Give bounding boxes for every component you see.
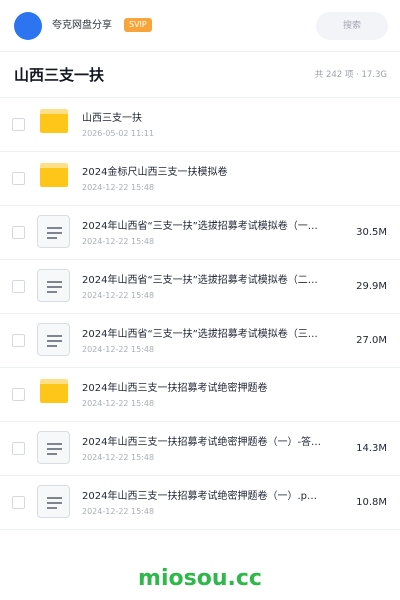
item-date: 2024-12-22 15:48: [82, 345, 155, 354]
list-item[interactable]: 2024年山西省“三支一扶”选拔招募考试模拟卷（二… 2024-12-22 15…: [0, 260, 400, 314]
folder-icon: [40, 379, 68, 403]
folder-icon: [40, 163, 68, 187]
page-title: 山西三支一扶: [14, 66, 105, 84]
select-checkbox[interactable]: [12, 118, 25, 131]
document-icon: [37, 431, 70, 464]
list-item[interactable]: 2024年山西三支一扶招募考试绝密押题卷（一）.p… 2024-12-22 15…: [0, 476, 400, 530]
item-name[interactable]: 2024年山西省“三支一扶”选拔招募考试模拟卷（三…: [82, 328, 344, 342]
item-name[interactable]: 2024年山西三支一扶招募考试绝密押题卷: [82, 382, 344, 396]
list-item[interactable]: 2024年山西三支一扶招募考试绝密押题卷（一）-答… 2024-12-22 15…: [0, 422, 400, 476]
item-size: 27.0M: [356, 335, 387, 346]
item-name[interactable]: 2024年山西三支一扶招募考试绝密押题卷（一）-答…: [82, 436, 344, 450]
item-name[interactable]: 2024年山西三支一扶招募考试绝密押题卷（一）.p…: [82, 490, 344, 504]
item-date: 2026-05-02 11:11: [82, 129, 155, 138]
item-date: 2024-12-22 15:48: [82, 507, 155, 516]
top-bar: 夸克网盘分享 SVIP 搜索: [0, 0, 400, 52]
item-date: 2024-12-22 15:48: [82, 453, 155, 462]
item-name[interactable]: 2024年山西省“三支一扶”选拔招募考试模拟卷（一…: [82, 220, 344, 234]
file-list: 山西三支一扶 2026-05-02 11:11 2024金标尺山西三支一扶模拟卷…: [0, 98, 400, 530]
list-item[interactable]: 2024年山西省“三支一扶”选拔招募考试模拟卷（一… 2024-12-22 15…: [0, 206, 400, 260]
avatar[interactable]: [14, 12, 42, 40]
list-item[interactable]: 山西三支一扶 2026-05-02 11:11: [0, 98, 400, 152]
select-checkbox[interactable]: [12, 280, 25, 293]
document-icon: [37, 215, 70, 248]
select-checkbox[interactable]: [12, 388, 25, 401]
select-checkbox[interactable]: [12, 334, 25, 347]
watermark: miosou.cc: [138, 566, 262, 591]
list-item[interactable]: 2024年山西三支一扶招募考试绝密押题卷 2024-12-22 15:48: [0, 368, 400, 422]
item-date: 2024-12-22 15:48: [82, 183, 155, 192]
item-date: 2024-12-22 15:48: [82, 291, 155, 300]
item-size: 10.8M: [356, 497, 387, 508]
select-checkbox[interactable]: [12, 442, 25, 455]
select-checkbox[interactable]: [12, 172, 25, 185]
folder-icon: [40, 109, 68, 133]
select-checkbox[interactable]: [12, 226, 25, 239]
select-checkbox[interactable]: [12, 496, 25, 509]
list-item[interactable]: 2024年山西省“三支一扶”选拔招募考试模拟卷（三… 2024-12-22 15…: [0, 314, 400, 368]
document-icon: [37, 323, 70, 356]
sharer-name: 夸克网盘分享: [52, 20, 112, 31]
item-date: 2024-12-22 15:48: [82, 399, 155, 408]
item-name[interactable]: 2024金标尺山西三支一扶模拟卷: [82, 166, 344, 180]
svip-badge: SVIP: [124, 18, 152, 32]
document-icon: [37, 269, 70, 302]
folder-header: 山西三支一扶 共 242 项 · 17.3G: [0, 52, 400, 98]
document-icon: [37, 485, 70, 518]
list-item[interactable]: 2024金标尺山西三支一扶模拟卷 2024-12-22 15:48: [0, 152, 400, 206]
item-size: 14.3M: [356, 443, 387, 454]
search-button[interactable]: 搜索: [316, 12, 388, 40]
item-name[interactable]: 2024年山西省“三支一扶”选拔招募考试模拟卷（二…: [82, 274, 344, 288]
item-date: 2024-12-22 15:48: [82, 237, 155, 246]
item-size: 29.9M: [356, 281, 387, 292]
item-count-summary: 共 242 项 · 17.3G: [314, 70, 387, 80]
item-size: 30.5M: [356, 227, 387, 238]
item-name[interactable]: 山西三支一扶: [82, 112, 344, 126]
